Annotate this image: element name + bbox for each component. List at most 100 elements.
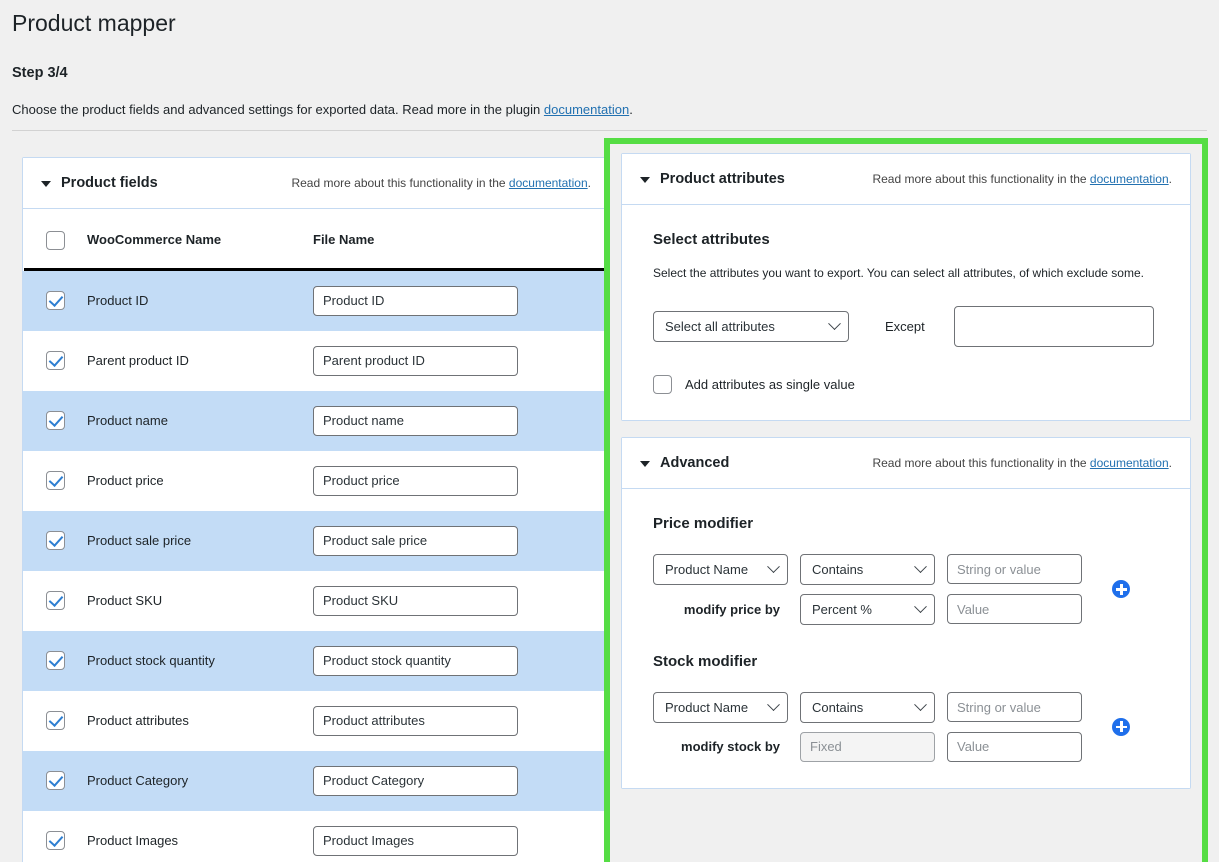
product-attributes-body: Select attributes Select the attributes …: [622, 205, 1190, 420]
product-attributes-documentation-link[interactable]: documentation: [1090, 172, 1169, 186]
price-modifier-condition-dropdown[interactable]: Contains: [800, 554, 935, 585]
file-name-input[interactable]: [313, 346, 518, 376]
product-fields-header: Product fields Read more about this func…: [23, 158, 609, 209]
row-checkbox-cell: [23, 831, 87, 850]
row-label-cell: Parent product ID: [87, 352, 313, 370]
row-checkbox[interactable]: [46, 591, 65, 610]
table-row: Product price: [23, 451, 609, 511]
chevron-down-icon: [767, 560, 780, 573]
table-row: Product name: [23, 391, 609, 451]
price-modifier-value-input[interactable]: [947, 554, 1082, 584]
table-row: Product stock quantity: [23, 631, 609, 691]
product-attributes-header: Product attributes Read more about this …: [622, 154, 1190, 205]
add-attributes-single-value-checkbox[interactable]: [653, 375, 672, 394]
file-name-input[interactable]: [313, 586, 518, 616]
row-checkbox[interactable]: [46, 711, 65, 730]
plus-circle-icon[interactable]: [1112, 718, 1130, 736]
row-file-name-cell: [313, 286, 609, 316]
card-gap: [621, 421, 1191, 437]
row-checkbox[interactable]: [46, 651, 65, 670]
advanced-card: Advanced Read more about this functional…: [621, 437, 1191, 789]
product-fields-title: Product fields: [61, 175, 158, 191]
row-checkbox[interactable]: [46, 531, 65, 550]
row-checkbox-cell: [23, 351, 87, 370]
stock-modifier-value-input[interactable]: [947, 692, 1082, 722]
row-label: Product attributes: [87, 713, 189, 728]
row-label-cell: Product Images: [87, 832, 313, 850]
row-checkbox[interactable]: [46, 471, 65, 490]
chevron-down-icon: [914, 600, 927, 613]
file-name-input[interactable]: [313, 826, 518, 856]
file-name-input[interactable]: [313, 766, 518, 796]
table-row: Product Images: [23, 811, 609, 862]
row-checkbox-cell: [23, 651, 87, 670]
advanced-title: Advanced: [660, 455, 729, 471]
product-fields-documentation-link[interactable]: documentation: [509, 176, 588, 190]
row-file-name-cell: [313, 826, 609, 856]
table-row: Product SKU: [23, 571, 609, 631]
file-name-input[interactable]: [313, 406, 518, 436]
row-checkbox[interactable]: [46, 351, 65, 370]
intro-documentation-link[interactable]: documentation: [544, 102, 629, 117]
row-label-cell: Product price: [87, 472, 313, 490]
except-input[interactable]: [954, 306, 1154, 347]
row-label-cell: Product sale price: [87, 532, 313, 550]
table-row: Parent product ID: [23, 331, 609, 391]
chevron-down-icon[interactable]: [41, 181, 51, 187]
stock-modifier-condition-dropdown[interactable]: Contains: [800, 692, 935, 723]
row-checkbox-cell: [23, 411, 87, 430]
price-modifier-condition-row: Product Name Contains: [653, 554, 1160, 585]
stock-modifier-amount-row: modify stock by: [653, 732, 1160, 762]
select-attributes-value: Select all attributes: [665, 319, 775, 334]
stock-modifier-field-value: Product Name: [665, 700, 748, 715]
chevron-down-icon: [914, 560, 927, 573]
product-fields-rows: Product ID Parent product ID Product name P…: [23, 271, 609, 862]
row-label: Product price: [87, 473, 164, 488]
row-label-cell: Product ID: [87, 292, 313, 310]
file-name-input[interactable]: [313, 706, 518, 736]
stock-modifier-amount-input[interactable]: [947, 732, 1082, 762]
doc-note-prefix: Read more about this functionality in th…: [291, 176, 508, 190]
advanced-body: Price modifier Product Name Contains: [622, 489, 1190, 788]
stock-modifier-field-dropdown[interactable]: Product Name: [653, 692, 788, 723]
chevron-down-icon[interactable]: [640, 177, 650, 183]
product-attributes-card: Product attributes Read more about this …: [621, 153, 1191, 421]
row-file-name-cell: [313, 346, 609, 376]
page-header: Product mapper Step 3/4 Choose the produ…: [0, 0, 1219, 131]
product-fields-doc-note: Read more about this functionality in th…: [291, 176, 591, 190]
row-checkbox-cell: [23, 591, 87, 610]
row-file-name-cell: [313, 586, 609, 616]
file-name-input[interactable]: [313, 646, 518, 676]
product-fields-card: Product fields Read more about this func…: [22, 157, 610, 862]
plus-circle-icon[interactable]: [1112, 580, 1130, 598]
file-name-input[interactable]: [313, 466, 518, 496]
intro-text-before: Choose the product fields and advanced s…: [12, 102, 544, 117]
advanced-documentation-link[interactable]: documentation: [1090, 456, 1169, 470]
select-attributes-dropdown[interactable]: Select all attributes: [653, 311, 849, 342]
price-modifier-amount-input[interactable]: [947, 594, 1082, 624]
intro-text-after: .: [629, 102, 633, 117]
select-all-checkbox[interactable]: [46, 231, 65, 250]
file-name-input[interactable]: [313, 526, 518, 556]
row-checkbox[interactable]: [46, 291, 65, 310]
file-name-input[interactable]: [313, 286, 518, 316]
stock-modifier-title: Stock modifier: [653, 653, 1160, 670]
row-file-name-cell: [313, 646, 609, 676]
stock-modifier-condition-value: Contains: [812, 700, 863, 715]
row-checkbox[interactable]: [46, 411, 65, 430]
price-modifier-condition-value: Contains: [812, 562, 863, 577]
row-checkbox[interactable]: [46, 831, 65, 850]
chevron-down-icon[interactable]: [640, 461, 650, 467]
row-label: Product ID: [87, 293, 148, 308]
doc-note-prefix: Read more about this functionality in th…: [872, 456, 1089, 470]
price-modifier-field-dropdown[interactable]: Product Name: [653, 554, 788, 585]
row-label: Product stock quantity: [87, 653, 215, 668]
page-title: Product mapper: [12, 0, 1207, 43]
row-checkbox-cell: [23, 771, 87, 790]
price-modifier-unit-dropdown[interactable]: Percent %: [800, 594, 935, 625]
row-file-name-cell: [313, 406, 609, 436]
advanced-header: Advanced Read more about this functional…: [622, 438, 1190, 489]
chevron-down-icon: [828, 317, 841, 330]
row-checkbox[interactable]: [46, 771, 65, 790]
stock-modifier-block: Product Name Contains modify stock by: [653, 692, 1160, 762]
